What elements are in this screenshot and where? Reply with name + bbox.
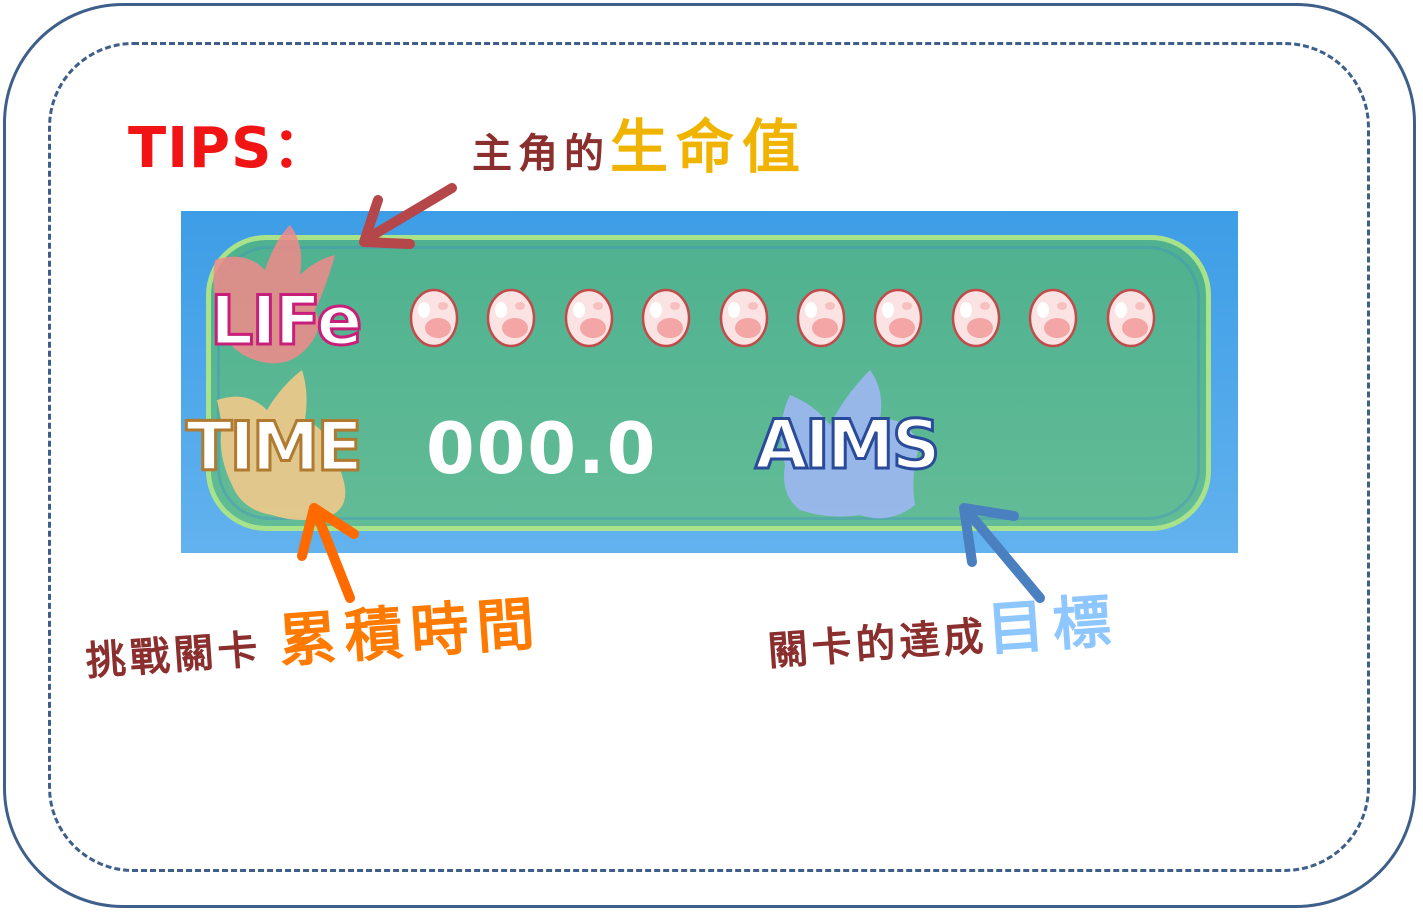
time-arrow-icon (297, 503, 359, 603)
aims-annotation-highlight: 目標 (984, 586, 1121, 664)
annotation-arrows (297, 183, 1045, 603)
life-arrow-icon (359, 183, 457, 249)
aims-annotation-prefix: 關卡的達成 (766, 613, 989, 676)
time-annotation-prefix: 挑戰關卡 (84, 626, 264, 686)
time-annotation-highlight: 累積時間 (276, 589, 545, 676)
